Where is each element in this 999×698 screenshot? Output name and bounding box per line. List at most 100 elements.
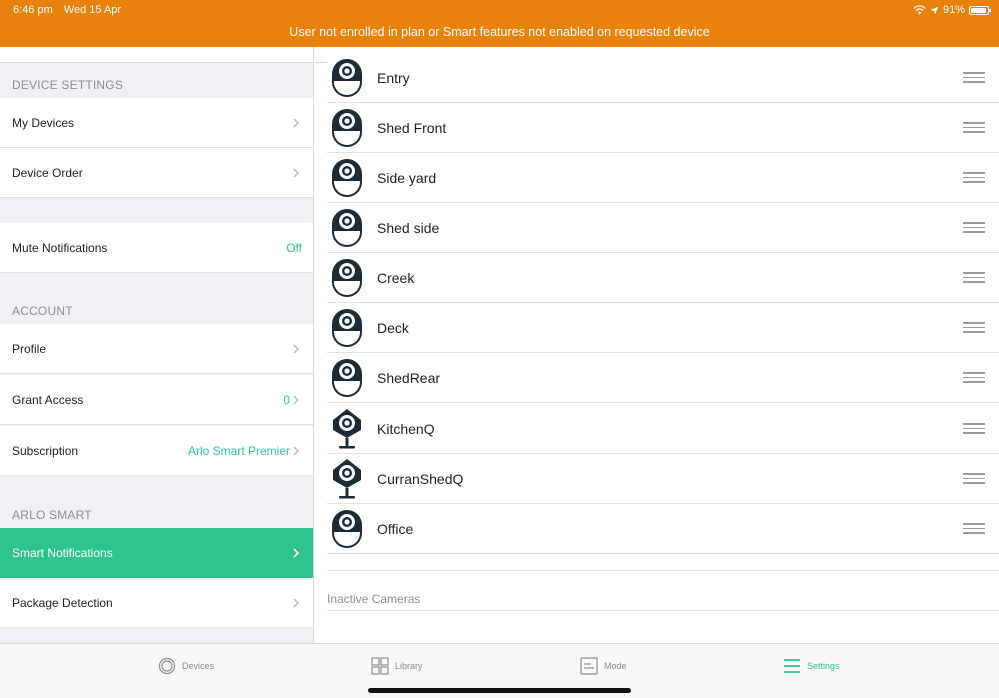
status-date: Wed 15 Apr	[63, 4, 122, 16]
app-window: 6:46 pm Wed 15 Apr 91% User not enrolled…	[0, 0, 999, 698]
tab-label: Library	[395, 661, 423, 671]
grant-access-count: 0	[283, 393, 290, 407]
chevron-right-icon	[293, 548, 300, 558]
sidebar-item-label: My Devices	[12, 116, 75, 130]
sidebar-item-label: Smart Notifications	[12, 546, 113, 560]
camera-icon	[330, 107, 364, 149]
camera-icon	[330, 307, 364, 349]
sidebar-item-label: Grant Access	[12, 393, 84, 407]
tab-label: Mode	[604, 661, 627, 671]
device-row[interactable]: ShedRear	[327, 353, 999, 403]
tab-label: Devices	[182, 661, 215, 671]
tab-mode[interactable]: Mode	[580, 657, 627, 675]
tab-library[interactable]: Library	[371, 657, 423, 675]
sidebar-item-package-detection[interactable]: Package Detection	[0, 578, 313, 628]
error-banner: 6:46 pm Wed 15 Apr 91% User not enrolled…	[0, 0, 999, 47]
bottom-tab-bar: Devices Library Mode Settings	[0, 643, 999, 698]
camera-icon	[330, 357, 364, 399]
device-row[interactable]: Side yard	[327, 153, 999, 203]
device-row[interactable]: Entry	[327, 53, 999, 103]
home-indicator	[368, 688, 631, 693]
device-row[interactable]: Deck	[327, 303, 999, 353]
camera-icon	[330, 207, 364, 249]
drag-handle-icon[interactable]	[963, 322, 985, 334]
sidebar-item-label: Mute Notifications	[12, 241, 108, 255]
sidebar-item-profile[interactable]: Profile	[0, 324, 313, 374]
drag-handle-icon[interactable]	[963, 272, 985, 284]
section-account: ACCOUNT	[12, 304, 73, 318]
banner-message: User not enrolled in plan or Smart featu…	[289, 25, 710, 39]
camera-icon	[330, 508, 364, 550]
device-name: Shed side	[377, 220, 440, 236]
sidebar-item-grant-access[interactable]: Grant Access 0	[0, 375, 313, 425]
status-time: 6:46 pm	[13, 4, 53, 16]
drag-handle-icon[interactable]	[963, 473, 985, 485]
tab-label: Settings	[807, 661, 840, 671]
mute-notifications-value: Off	[286, 241, 302, 255]
device-name: ShedRear	[377, 370, 441, 386]
device-row[interactable]: Office	[327, 504, 999, 554]
status-bar-right: 91%	[913, 4, 991, 16]
library-icon	[371, 657, 389, 675]
sidebar-item-subscription[interactable]: Subscription Arlo Smart Premier	[0, 426, 313, 476]
battery-percent: 91%	[942, 4, 965, 16]
location-icon	[930, 6, 939, 14]
sidebar-item-label: Subscription	[12, 444, 79, 458]
camera-icon	[330, 257, 364, 299]
devices-icon	[158, 657, 176, 675]
camera-q-icon	[330, 408, 364, 450]
inactive-cameras-header: Inactive Cameras	[327, 592, 421, 606]
device-row[interactable]: CurranShedQ	[327, 454, 999, 504]
tab-devices[interactable]: Devices	[158, 657, 214, 675]
chevron-right-icon	[293, 344, 299, 354]
sidebar-item-label: Profile	[12, 342, 47, 356]
chevron-right-icon	[293, 168, 299, 178]
subscription-plan: Arlo Smart Premier	[187, 444, 290, 458]
section-device-settings: DEVICE SETTINGS	[12, 78, 124, 92]
chevron-right-icon	[293, 118, 299, 128]
device-name: Entry	[377, 70, 410, 86]
camera-icon	[330, 57, 364, 99]
chevron-right-icon	[293, 395, 299, 405]
sidebar-item-label: Package Detection	[12, 596, 113, 610]
sidebar-header	[0, 47, 313, 63]
settings-icon	[784, 659, 800, 673]
device-name: CurranShedQ	[377, 471, 464, 487]
wifi-icon	[913, 5, 926, 15]
drag-handle-icon[interactable]	[963, 72, 985, 84]
device-order-list: Entry Shed Front Side yard Shed side Creek De…	[315, 47, 999, 643]
device-name: Deck	[377, 320, 409, 336]
device-name: Side yard	[377, 170, 437, 186]
status-bar-left: 6:46 pm Wed 15 Apr	[13, 4, 121, 16]
divider	[327, 610, 999, 611]
sidebar-item-mute-notifications[interactable]: Mute Notifications Off	[0, 223, 313, 273]
battery-icon	[969, 5, 991, 15]
device-name: KitchenQ	[377, 421, 435, 437]
divider	[327, 570, 999, 571]
mode-icon	[580, 657, 598, 675]
sidebar-item-smart-notifications[interactable]: Smart Notifications	[0, 528, 313, 578]
drag-handle-icon[interactable]	[963, 172, 985, 184]
device-row[interactable]: Creek	[327, 253, 999, 303]
chevron-right-icon	[293, 598, 299, 608]
device-row[interactable]: Shed Front	[327, 103, 999, 153]
section-arlo-smart: ARLO SMART	[12, 508, 92, 522]
device-row[interactable]: Shed side	[327, 203, 999, 253]
drag-handle-icon[interactable]	[963, 222, 985, 234]
tab-settings[interactable]: Settings	[783, 657, 840, 675]
drag-handle-icon[interactable]	[963, 122, 985, 134]
drag-handle-icon[interactable]	[963, 423, 985, 435]
device-name: Creek	[377, 270, 415, 286]
sidebar-item-my-devices[interactable]: My Devices	[0, 98, 313, 148]
camera-icon	[330, 157, 364, 199]
sidebar-item-device-order[interactable]: Device Order	[0, 148, 313, 198]
drag-handle-icon[interactable]	[963, 523, 985, 535]
sidebar-item-label: Device Order	[12, 166, 83, 180]
settings-sidebar: DEVICE SETTINGS My Devices Device Order …	[0, 47, 314, 643]
device-name: Shed Front	[377, 120, 447, 136]
drag-handle-icon[interactable]	[963, 372, 985, 384]
camera-q-icon	[330, 458, 364, 500]
device-row[interactable]: KitchenQ	[327, 404, 999, 454]
chevron-right-icon	[293, 446, 299, 456]
device-name: Office	[377, 521, 414, 537]
